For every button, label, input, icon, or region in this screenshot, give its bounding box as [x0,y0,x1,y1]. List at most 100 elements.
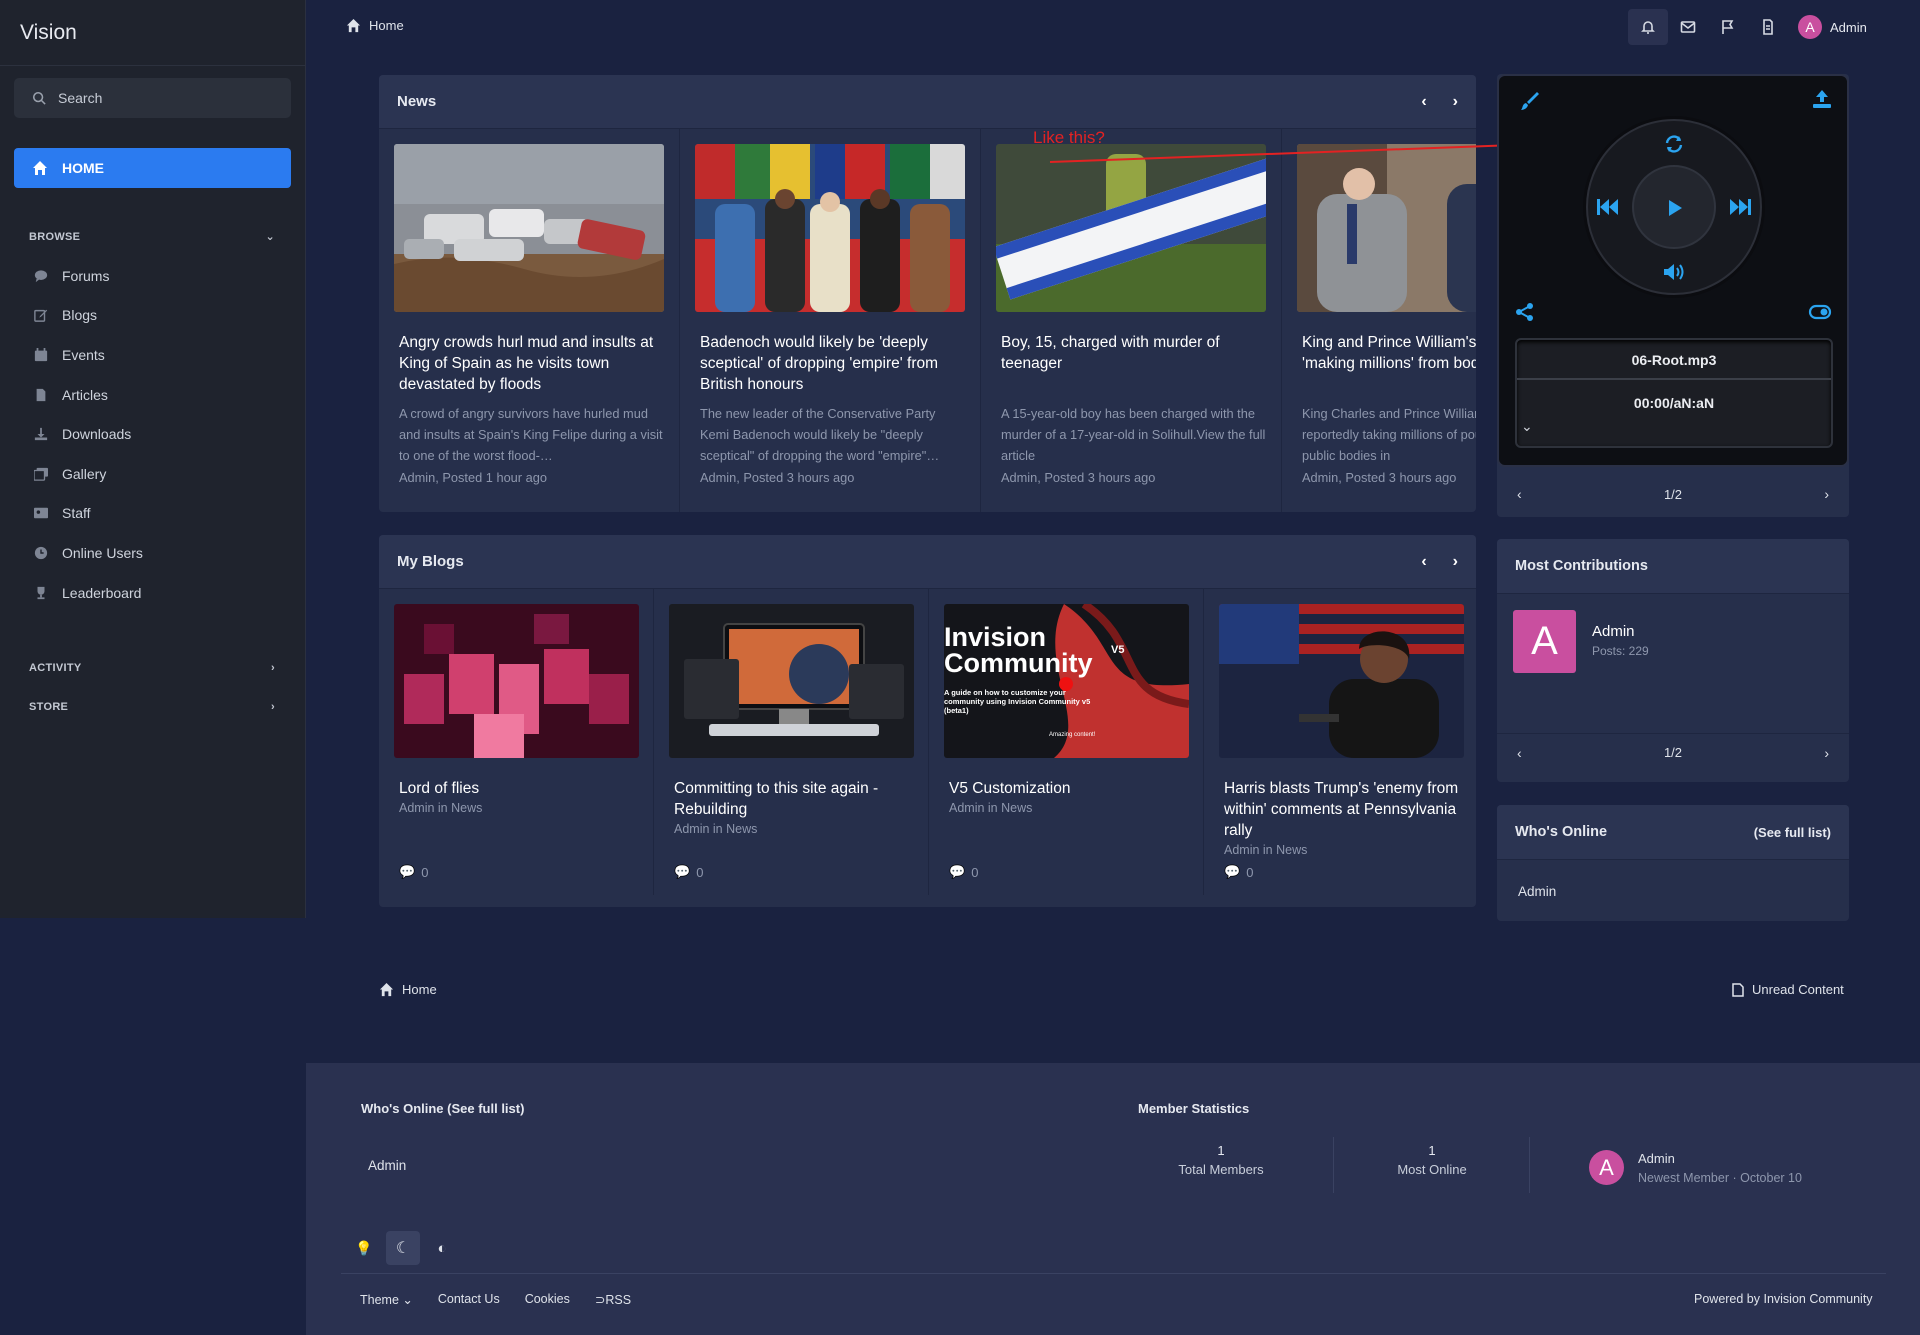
blog-card[interactable]: Lord of flies Admin in News 💬 0 [379,589,654,895]
blog-card[interactable]: Harris blasts Trump's 'enemy from within… [1204,589,1476,895]
comment-count[interactable]: 💬 0 [674,864,703,880]
breadcrumb-home[interactable]: Home [369,18,404,33]
repeat-icon[interactable] [1663,133,1685,155]
prev-arrow-icon[interactable]: ‹ [1421,553,1426,571]
unread-content-link[interactable]: Unread Content [1732,982,1844,997]
sidebar-item-blogs[interactable]: Blogs [0,296,305,336]
next-arrow-icon[interactable]: › [1453,553,1458,571]
panel-title: Most Contributions [1515,558,1648,574]
next-track-icon[interactable] [1727,196,1753,218]
brush-icon[interactable] [1519,90,1541,112]
prev-arrow-icon[interactable]: ‹ [1517,745,1522,761]
sidebar-item-downloads[interactable]: Downloads [0,414,305,454]
footer-online-user[interactable]: Admin [368,1158,406,1173]
reports-button[interactable] [1708,9,1748,45]
see-full-list-link[interactable]: (See full list) [1754,825,1831,840]
footer-link-rss[interactable]: ⊃RSS [595,1292,631,1307]
blog-title[interactable]: Harris blasts Trump's 'enemy from within… [1224,778,1464,841]
chat-icon [34,270,48,282]
toggle-icon[interactable] [1808,302,1832,322]
sidebar-item-label: Downloads [62,426,132,443]
contrast-icon[interactable]: ◐ [428,1231,456,1265]
news-card[interactable]: King and Prince William's estates 'makin… [1282,129,1476,512]
prev-arrow-icon[interactable]: ‹ [1421,93,1426,111]
news-title[interactable]: Angry crowds hurl mud and insults at Kin… [399,332,664,395]
upload-icon[interactable] [1811,88,1833,110]
news-card[interactable]: Angry crowds hurl mud and insults at Kin… [379,129,680,512]
news-excerpt: A crowd of angry survivors have hurled m… [399,406,663,463]
chevron-down-icon[interactable]: ⌄ [1521,418,1533,435]
prev-arrow-icon[interactable]: ‹ [1517,486,1522,502]
dark-mode-icon[interactable]: ☾ [386,1231,420,1265]
unread-content-button[interactable] [1748,9,1788,45]
user-menu[interactable]: A Admin [1798,15,1867,39]
blog-thumbnail[interactable] [394,604,639,758]
nav-home-button[interactable]: HOME [14,148,291,188]
news-thumbnail[interactable] [695,144,965,312]
sidebar-item-gallery[interactable]: Gallery [0,454,305,494]
progress-bar[interactable] [1517,378,1831,380]
blogs-panel-header: My Blogs ‹ › [379,535,1476,589]
blog-card[interactable]: Committing to this site again - Rebuildi… [654,589,929,895]
edit-icon [34,310,48,323]
blog-thumbnail[interactable] [1219,604,1464,758]
track-time: 00:00/aN:aN [1633,395,1715,411]
bottom-breadcrumb[interactable]: Home [379,982,437,997]
breadcrumb[interactable]: Home [346,18,404,33]
sidebar: Vision Search HOME BROWSE ⌄ Forums Blogs… [0,0,306,918]
avatar[interactable]: A [1589,1150,1624,1185]
home-label: HOME [62,160,104,176]
blog-title-block: Committing to this site again - Rebuildi… [674,778,914,838]
search-input[interactable]: Search [14,78,291,118]
comment-count[interactable]: 💬 0 [1224,864,1253,880]
topbar: Home A Admin [306,0,1920,54]
blog-title[interactable]: V5 Customization [949,778,1189,799]
sidebar-item-events[interactable]: Events [0,335,305,375]
blog-thumbnail[interactable]: Invision Community V5 A guide on how to … [944,604,1189,758]
sidebar-item-staff[interactable]: Staff [0,494,305,534]
newest-member-name[interactable]: Admin [1638,1151,1675,1166]
light-mode-icon[interactable]: 💡 [350,1231,378,1265]
online-user[interactable]: Admin [1518,884,1556,899]
footer-online-title[interactable]: Who's Online (See full list) [361,1101,524,1116]
comment-count[interactable]: 💬 0 [399,864,428,880]
comment-count-value: 0 [696,864,704,880]
news-card[interactable]: Badenoch would likely be 'deeply sceptic… [680,129,981,512]
next-arrow-icon[interactable]: › [1453,93,1458,111]
messages-button[interactable] [1668,9,1708,45]
activity-section-toggle[interactable]: ACTIVITY › [0,648,305,687]
sidebar-item-online-users[interactable]: Online Users [0,533,305,573]
news-meta: Admin, Posted 3 hours ago [1302,470,1457,485]
blog-thumbnail[interactable] [669,604,914,758]
comment-count[interactable]: 💬 0 [949,864,978,880]
news-thumbnail[interactable] [394,144,664,312]
news-title[interactable]: King and Prince William's estates 'makin… [1302,332,1476,374]
sidebar-item-forums[interactable]: Forums [0,256,305,296]
store-section-toggle[interactable]: STORE › [0,687,305,726]
next-arrow-icon[interactable]: › [1824,745,1829,761]
blog-title[interactable]: Committing to this site again - Rebuildi… [674,778,914,820]
stat-label: Total Members [1178,1162,1264,1177]
volume-icon[interactable] [1662,261,1686,283]
next-arrow-icon[interactable]: › [1824,486,1829,502]
footer-link-contact[interactable]: Contact Us [438,1292,500,1307]
powered-by[interactable]: Powered by Invision Community [1694,1292,1873,1306]
blog-card[interactable]: Invision Community V5 A guide on how to … [929,589,1204,895]
blog-title[interactable]: Lord of flies [399,778,639,799]
browse-section-toggle[interactable]: BROWSE ⌄ [0,217,305,256]
sidebar-item-articles[interactable]: Articles [0,375,305,415]
sidebar-item-leaderboard[interactable]: Leaderboard [0,573,305,613]
avatar[interactable]: A [1513,610,1576,673]
footer-link-theme[interactable]: Theme ⌄ [360,1292,413,1307]
footer-link-cookies[interactable]: Cookies [525,1292,570,1307]
rss-icon: ⊃ [594,1293,606,1307]
news-title[interactable]: Boy, 15, charged with murder of teenager [1001,332,1266,374]
breadcrumb-home[interactable]: Home [402,982,437,997]
brand-logo[interactable]: Vision [0,0,305,66]
notifications-button[interactable] [1628,9,1668,45]
contributor-name[interactable]: Admin [1592,623,1635,640]
previous-track-icon[interactable] [1595,196,1621,218]
news-title[interactable]: Badenoch would likely be 'deeply sceptic… [700,332,965,395]
news-card[interactable]: Boy, 15, charged with murder of teenager… [981,129,1282,512]
share-icon[interactable] [1515,302,1535,322]
